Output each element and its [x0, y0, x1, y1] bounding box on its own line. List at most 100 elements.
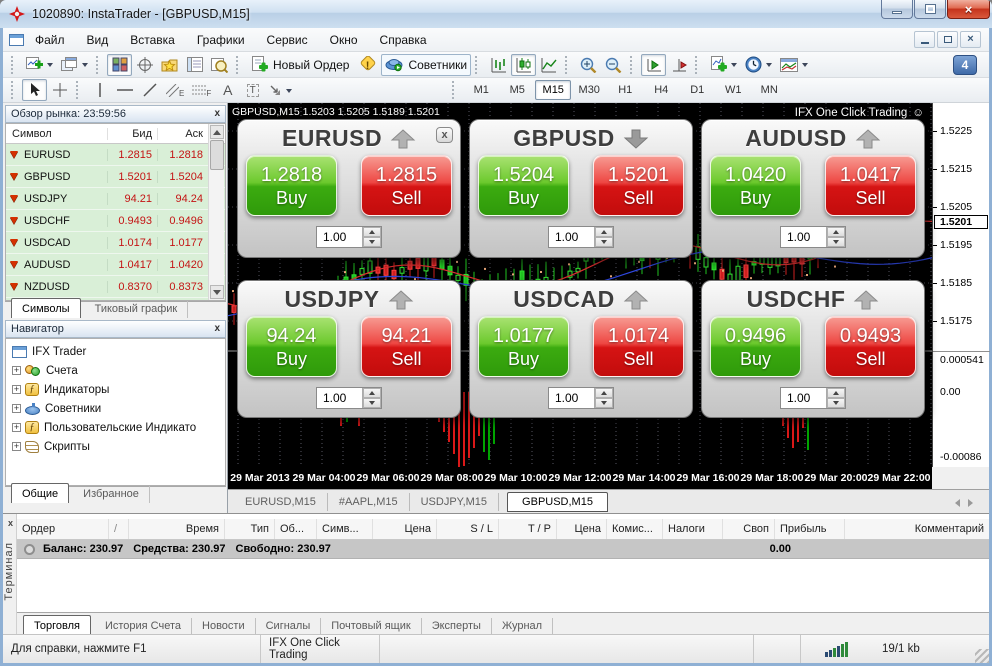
- tree-item-scripts[interactable]: + Скрипты: [10, 437, 225, 456]
- tab-signals[interactable]: Сигналы: [256, 618, 322, 635]
- tab-news[interactable]: Новости: [192, 618, 256, 635]
- col-order[interactable]: Ордер: [17, 519, 109, 539]
- timeframe-h4[interactable]: H4: [643, 80, 679, 100]
- col-volume[interactable]: Об...: [275, 519, 317, 539]
- table-row[interactable]: AUDUSD1.04171.0420: [6, 254, 225, 276]
- terminal-close-icon[interactable]: x: [5, 517, 16, 528]
- buy-button[interactable]: 94.24Buy: [246, 316, 337, 377]
- menu-view[interactable]: Вид: [76, 30, 120, 50]
- hline-tool-button[interactable]: [112, 79, 137, 101]
- timeframe-h1[interactable]: H1: [607, 80, 643, 100]
- volume-up-button[interactable]: [827, 227, 845, 237]
- new-order-button[interactable]: Новый Ордер: [247, 54, 353, 76]
- buy-button[interactable]: 1.2818Buy: [246, 155, 337, 216]
- volume-input[interactable]: [549, 388, 594, 408]
- menu-help[interactable]: Справка: [369, 30, 438, 50]
- minimize-button[interactable]: [881, 0, 913, 19]
- auto-scroll-button[interactable]: [641, 54, 666, 76]
- toolbar-grip[interactable]: [236, 56, 243, 74]
- table-row[interactable]: USDCAD1.01741.0177: [6, 232, 225, 254]
- new-chart-button[interactable]: [22, 54, 57, 76]
- menu-service[interactable]: Сервис: [256, 30, 319, 50]
- tab-mailbox[interactable]: Почтовый ящик: [321, 618, 421, 635]
- mailbox-badge[interactable]: 4: [953, 55, 977, 75]
- candle-chart-button[interactable]: [511, 54, 536, 76]
- volume-up-button[interactable]: [595, 388, 613, 398]
- col-symbol[interactable]: Симв...: [317, 519, 373, 539]
- toolbar-grip[interactable]: [11, 56, 18, 74]
- tabs-scroll-left-icon[interactable]: [951, 499, 960, 507]
- column-bid[interactable]: Бид: [108, 128, 158, 140]
- col-type[interactable]: Тип: [225, 519, 275, 539]
- col-sl[interactable]: S / L: [437, 519, 499, 539]
- sell-button[interactable]: 0.9493Sell: [825, 316, 916, 377]
- crosshair-tool-button[interactable]: [47, 79, 72, 101]
- tree-root-ifx-trader[interactable]: IFX Trader: [10, 342, 225, 361]
- volume-input[interactable]: [781, 388, 826, 408]
- vline-tool-button[interactable]: [87, 79, 112, 101]
- chart-tab-gbpusd[interactable]: GBPUSD,M15: [507, 492, 608, 512]
- tab-symbols[interactable]: Символы: [11, 298, 81, 318]
- buy-button[interactable]: 1.0177Buy: [478, 316, 569, 377]
- column-ask[interactable]: Аск: [158, 128, 208, 140]
- smiley-icon[interactable]: ☺: [912, 107, 924, 119]
- menu-insert[interactable]: Вставка: [119, 30, 186, 50]
- volume-input[interactable]: [549, 227, 594, 247]
- indicators-button[interactable]: [706, 54, 741, 76]
- col-commission[interactable]: Комис...: [607, 519, 663, 539]
- timeframe-w1[interactable]: W1: [715, 80, 751, 100]
- toolbar-grip[interactable]: [695, 56, 702, 74]
- volume-up-button[interactable]: [595, 227, 613, 237]
- tab-experts[interactable]: Эксперты: [422, 618, 492, 635]
- menu-file[interactable]: Файл: [24, 30, 76, 50]
- scroll-thumb[interactable]: [210, 140, 224, 170]
- widget-close-button[interactable]: x: [436, 127, 453, 143]
- volume-down-button[interactable]: [595, 237, 613, 247]
- templates-button[interactable]: [776, 54, 812, 76]
- table-row[interactable]: EURUSD1.28151.2818: [6, 144, 225, 166]
- tabs-scroll-right-icon[interactable]: [968, 499, 977, 507]
- col-price-current[interactable]: Цена: [557, 519, 607, 539]
- col-price-open[interactable]: Цена: [373, 519, 437, 539]
- zoom-in-button[interactable]: [576, 54, 601, 76]
- table-row[interactable]: GBPUSD1.52011.5204: [6, 166, 225, 188]
- price-scale[interactable]: 1.5225 1.5215 1.5205 1.5195 1.5185 1.517…: [932, 103, 989, 467]
- volume-down-button[interactable]: [595, 398, 613, 408]
- label-tool-button[interactable]: T: [240, 79, 265, 101]
- volume-input[interactable]: [781, 227, 826, 247]
- menu-charts[interactable]: Графики: [186, 30, 256, 50]
- volume-up-button[interactable]: [363, 388, 381, 398]
- time-axis[interactable]: 29 Mar 2013 29 Mar 04:00 29 Mar 06:00 29…: [228, 467, 932, 489]
- cursor-mode-button[interactable]: [132, 54, 157, 76]
- child-minimize-button[interactable]: [914, 31, 935, 48]
- arrows-tool-button[interactable]: [265, 79, 296, 101]
- buy-button[interactable]: 1.0420Buy: [710, 155, 801, 216]
- toolbar-grip[interactable]: [630, 56, 637, 74]
- channel-tool-button[interactable]: E: [162, 79, 188, 101]
- toolbar-grip[interactable]: [565, 56, 572, 74]
- tab-favorites[interactable]: Избранное: [73, 486, 150, 503]
- col-profit[interactable]: Прибыль: [775, 519, 845, 539]
- tree-item-accounts[interactable]: + Счета: [10, 361, 225, 380]
- timeframe-m15[interactable]: M15: [535, 80, 571, 100]
- periods-button[interactable]: [741, 54, 776, 76]
- timeframe-m1[interactable]: M1: [463, 80, 499, 100]
- scroll-down-button[interactable]: [210, 285, 224, 299]
- timeframe-mn[interactable]: MN: [751, 80, 787, 100]
- strategy-tester-button[interactable]: [207, 54, 232, 76]
- toolbar-grip[interactable]: [76, 81, 83, 99]
- timeframe-d1[interactable]: D1: [679, 80, 715, 100]
- balance-row[interactable]: Баланс: 230.97 Средства: 230.97 Свободно…: [17, 540, 989, 559]
- tile-windows-button[interactable]: [107, 54, 132, 76]
- navigator-close-icon[interactable]: x: [214, 324, 220, 334]
- table-row[interactable]: USDCHF0.94930.9496: [6, 210, 225, 232]
- volume-up-button[interactable]: [827, 388, 845, 398]
- timeframe-m30[interactable]: M30: [571, 80, 607, 100]
- tree-item-advisors[interactable]: + Советники: [10, 399, 225, 418]
- col-tp[interactable]: T / P: [499, 519, 557, 539]
- tab-trade[interactable]: Торговля: [23, 615, 91, 635]
- tree-item-custom-indicators[interactable]: + ƒ Пользовательские Индикато: [10, 418, 225, 437]
- volume-down-button[interactable]: [827, 398, 845, 408]
- expand-icon[interactable]: +: [12, 442, 21, 451]
- market-watch-scrollbar[interactable]: [208, 124, 224, 300]
